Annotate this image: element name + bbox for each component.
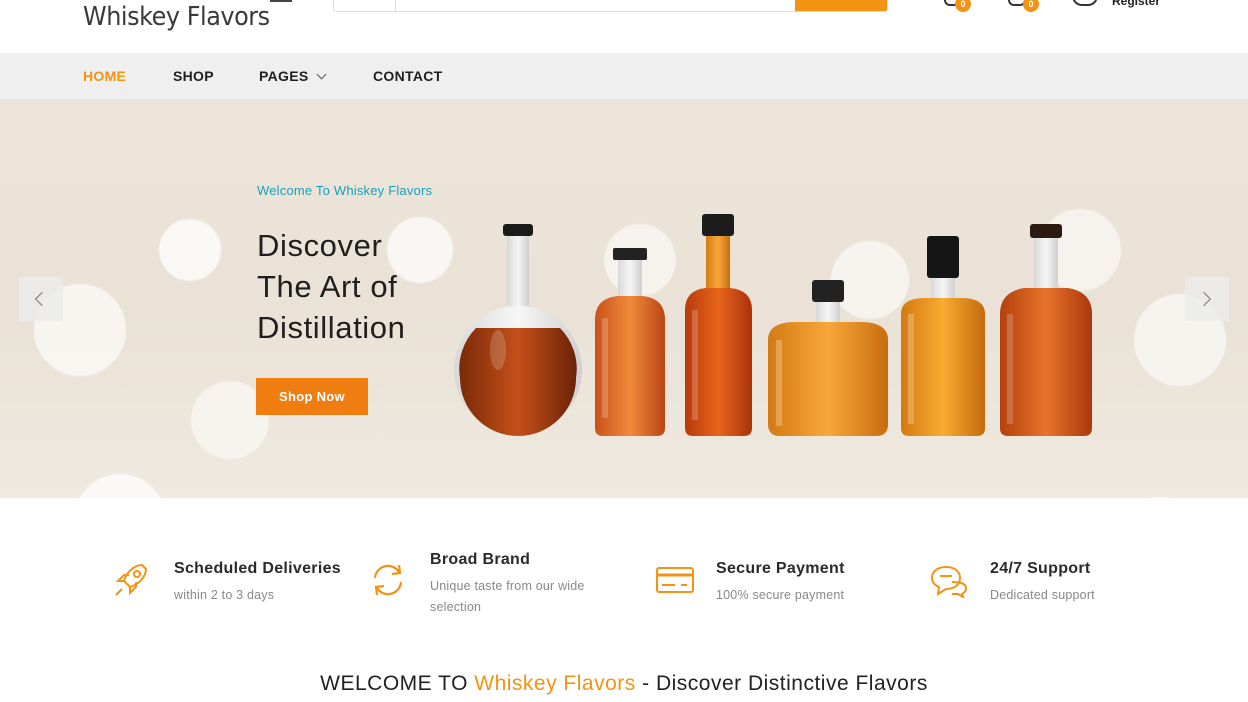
welcome-brand: Whiskey Flavors [474, 672, 636, 695]
search-button[interactable] [795, 0, 887, 11]
hero-kicker: Welcome To Whiskey Flavors [257, 183, 433, 198]
feature-subtitle: 100% secure payment [716, 588, 845, 602]
user-icon[interactable] [1072, 0, 1098, 6]
bottle-5 [901, 236, 985, 436]
welcome-suffix: - Discover Distinctive Flavors [635, 672, 928, 695]
bottle-1 [454, 224, 582, 436]
nav-contact[interactable]: CONTACT [373, 68, 443, 84]
feature-title: Secure Payment [716, 560, 845, 577]
feature-secure-payment: Secure Payment 100% secure payment [716, 560, 845, 606]
hero-title-line: Discover [257, 228, 383, 263]
chevron-down-icon [317, 69, 327, 80]
chevron-right-icon [1196, 291, 1212, 307]
bottle-3 [685, 214, 752, 436]
chevron-left-icon [34, 291, 50, 307]
wishlist-count-badge: 0 [955, 0, 971, 12]
bottle-2 [595, 248, 665, 436]
whiskey-bottles-image [454, 214, 1092, 436]
menu-toggle-icon[interactable] [270, 0, 292, 2]
feature-subtitle: Dedicated support [990, 588, 1095, 602]
top-header: Whiskey Flavors 0 0 Register [0, 0, 1248, 53]
features-strip: Scheduled Deliveries within 2 to 3 days … [0, 498, 1248, 638]
shop-now-button[interactable]: Shop Now [256, 378, 368, 415]
refresh-icon [373, 564, 403, 596]
nav-pages[interactable]: PAGES [259, 68, 327, 84]
hero-title-line: The Art of [257, 269, 398, 304]
chat-bubbles-icon [930, 565, 968, 598]
feature-subtitle: within 2 to 3 days [174, 588, 275, 602]
welcome-prefix: WELCOME TO [320, 672, 475, 695]
feature-title: 24/7 Support [990, 560, 1091, 577]
hero-title: Discover The Art of Distillation [257, 225, 405, 348]
cart-count-badge: 0 [1023, 0, 1039, 12]
bottle-4 [768, 280, 888, 436]
feature-subtitle-line: Unique taste from our wide [430, 579, 585, 593]
search-category-select[interactable] [334, 0, 396, 11]
main-nav: HOME SHOP PAGES CONTACT [0, 53, 1248, 100]
nav-home[interactable]: HOME [83, 68, 126, 84]
feature-subtitle: Unique taste from our wide selection [430, 576, 585, 618]
bottle-6 [1000, 224, 1092, 436]
nav-pages-label: PAGES [259, 68, 309, 84]
feature-subtitle-line: selection [430, 600, 482, 614]
site-logo[interactable]: Whiskey Flavors [83, 2, 270, 32]
feature-title: Broad Brand [430, 551, 531, 568]
welcome-heading: WELCOME TO Whiskey Flavors - Discover Di… [0, 672, 1248, 696]
feature-title: Scheduled Deliveries [174, 560, 341, 577]
search-input[interactable] [396, 0, 795, 11]
feature-support: 24/7 Support Dedicated support [990, 560, 1095, 606]
register-link[interactable]: Register [1112, 0, 1160, 8]
hero-slider: Welcome To Whiskey Flavors Discover The … [0, 100, 1248, 498]
credit-card-icon [656, 567, 694, 593]
feature-broad-brand: Broad Brand Unique taste from our wide s… [430, 551, 585, 618]
search-bar [333, 0, 888, 12]
rocket-icon [115, 563, 148, 596]
slider-prev-button[interactable] [19, 277, 63, 321]
nav-shop[interactable]: SHOP [173, 68, 214, 84]
slider-next-button[interactable] [1185, 277, 1229, 321]
feature-deliveries: Scheduled Deliveries within 2 to 3 days [174, 560, 341, 606]
hero-title-line: Distillation [257, 310, 406, 345]
